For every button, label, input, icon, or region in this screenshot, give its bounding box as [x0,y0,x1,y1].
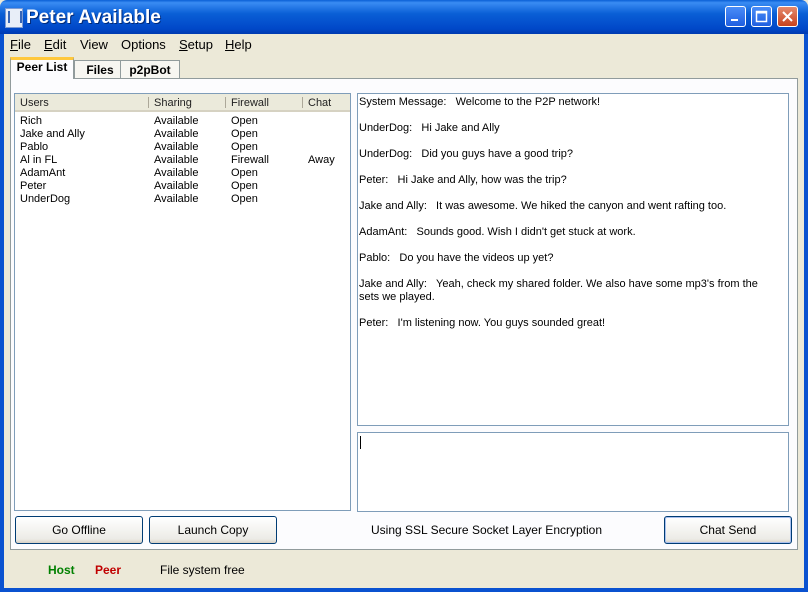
app-icon[interactable] [5,8,23,28]
chat-message: Peter: I'm listening now. You guys sound… [359,317,779,330]
cell-sharing: Available [154,154,199,166]
cell-firewall: Open [231,128,258,140]
maximize-button[interactable] [751,6,772,27]
chat-send-button[interactable]: Chat Send [664,516,792,544]
table-header: Users Sharing Firewall Chat [15,94,350,112]
cell-firewall: Open [231,141,258,153]
cell-firewall: Open [231,193,258,205]
table-row[interactable]: Pablo Available Open [15,141,350,154]
cell-sharing: Available [154,167,199,179]
cell-sharing: Available [154,141,199,153]
menu-help[interactable]: Help [225,37,252,52]
menu-bar: File Edit View Options Setup Help [4,34,804,54]
chat-message: AdamAnt: Sounds good. Wish I didn't get … [359,226,779,239]
message-sender: UnderDog: [359,148,413,160]
cell-user: Jake and Ally [20,128,85,140]
cell-firewall: Open [231,115,258,127]
cell-user: Al in FL [20,154,58,166]
chat-message: UnderDog: Hi Jake and Ally [359,122,779,135]
message-sender: Peter: [359,317,389,329]
message-text: I'm listening now. You guys sounded grea… [397,317,606,329]
cell-user: Pablo [20,141,49,153]
cell-chat: Away [308,154,335,166]
message-sender: Jake and Ally: [359,278,427,290]
window-title: Peter Available [26,7,161,28]
text-caret [360,436,361,449]
column-header-users[interactable]: Users [20,97,49,109]
cell-firewall: Open [231,180,258,192]
table-row[interactable]: AdamAnt Available Open [15,167,350,180]
table-row[interactable]: UnderDog Available Open [15,193,350,206]
chat-input[interactable] [357,432,789,512]
chat-message: Jake and Ally: Yeah, check my shared fol… [359,278,779,304]
cell-sharing: Available [154,180,199,192]
chat-message: Jake and Ally: It was awesome. We hiked … [359,200,779,213]
cell-firewall: Open [231,167,258,179]
column-header-sharing[interactable]: Sharing [154,97,192,109]
encryption-status: Using SSL Secure Socket Layer Encryption [371,523,603,537]
cell-user: Rich [20,115,43,127]
cell-user: UnderDog [20,193,71,205]
message-text: Did you guys have a good trip? [421,148,574,160]
message-sender: AdamAnt: [359,226,408,238]
menu-view[interactable]: View [80,37,108,52]
menu-edit[interactable]: Edit [44,37,66,52]
column-header-firewall[interactable]: Firewall [231,97,269,109]
close-button[interactable] [777,6,798,27]
tab-p2pbot[interactable]: p2pBot [120,60,180,78]
message-sender: UnderDog: [359,122,413,134]
cell-user: Peter [20,180,47,192]
cell-user: AdamAnt [20,167,66,179]
chat-message: Peter: Hi Jake and Ally, how was the tri… [359,174,779,187]
tab-files[interactable]: Files [74,60,126,78]
menu-file[interactable]: File [10,37,31,52]
cell-sharing: Available [154,115,199,127]
table-row[interactable]: Al in FL Available Firewall Away [15,154,350,167]
chat-message: UnderDog: Did you guys have a good trip? [359,148,779,161]
cell-sharing: Available [154,193,199,205]
message-text: Welcome to the P2P network! [455,96,601,108]
peer-list-table[interactable]: Users Sharing Firewall Chat Rich Availabl… [14,93,351,511]
message-text: Hi Jake and Ally [421,122,500,134]
peer-status: Peer [95,563,122,577]
go-offline-button[interactable]: Go Offline [15,516,143,544]
column-header-chat[interactable]: Chat [308,97,331,109]
message-sender: System Message: [359,96,447,108]
cell-firewall: Firewall [231,154,269,166]
chat-log[interactable]: System Message: Welcome to the P2P netwo… [357,93,789,426]
maximize-icon [755,10,768,23]
cell-sharing: Available [154,128,199,140]
close-icon [782,11,793,22]
message-sender: Peter: [359,174,389,186]
launch-copy-button[interactable]: Launch Copy [149,516,277,544]
table-row[interactable]: Jake and Ally Available Open [15,128,350,141]
message-text: Do you have the videos up yet? [399,252,554,264]
chat-message: System Message: Welcome to the P2P netwo… [359,96,779,109]
message-text: It was awesome. We hiked the canyon and … [436,200,727,212]
minimize-button[interactable] [725,6,746,27]
chat-message: Pablo: Do you have the videos up yet? [359,252,779,265]
tab-peer-list[interactable]: Peer List [10,57,74,79]
message-sender: Pablo: [359,252,391,264]
host-status: Host [48,563,75,577]
message-sender: Jake and Ally: [359,200,427,212]
message-text: Sounds good. Wish I didn't get stuck at … [416,226,636,238]
table-row[interactable]: Rich Available Open [15,115,350,128]
menu-setup[interactable]: Setup [179,37,213,52]
message-text: Hi Jake and Ally, how was the trip? [397,174,567,186]
menu-options[interactable]: Options [121,37,166,52]
file-system-status: File system free [160,563,245,577]
table-row[interactable]: Peter Available Open [15,180,350,193]
title-bar: Peter Available [0,0,808,34]
minimize-icon [731,19,738,21]
